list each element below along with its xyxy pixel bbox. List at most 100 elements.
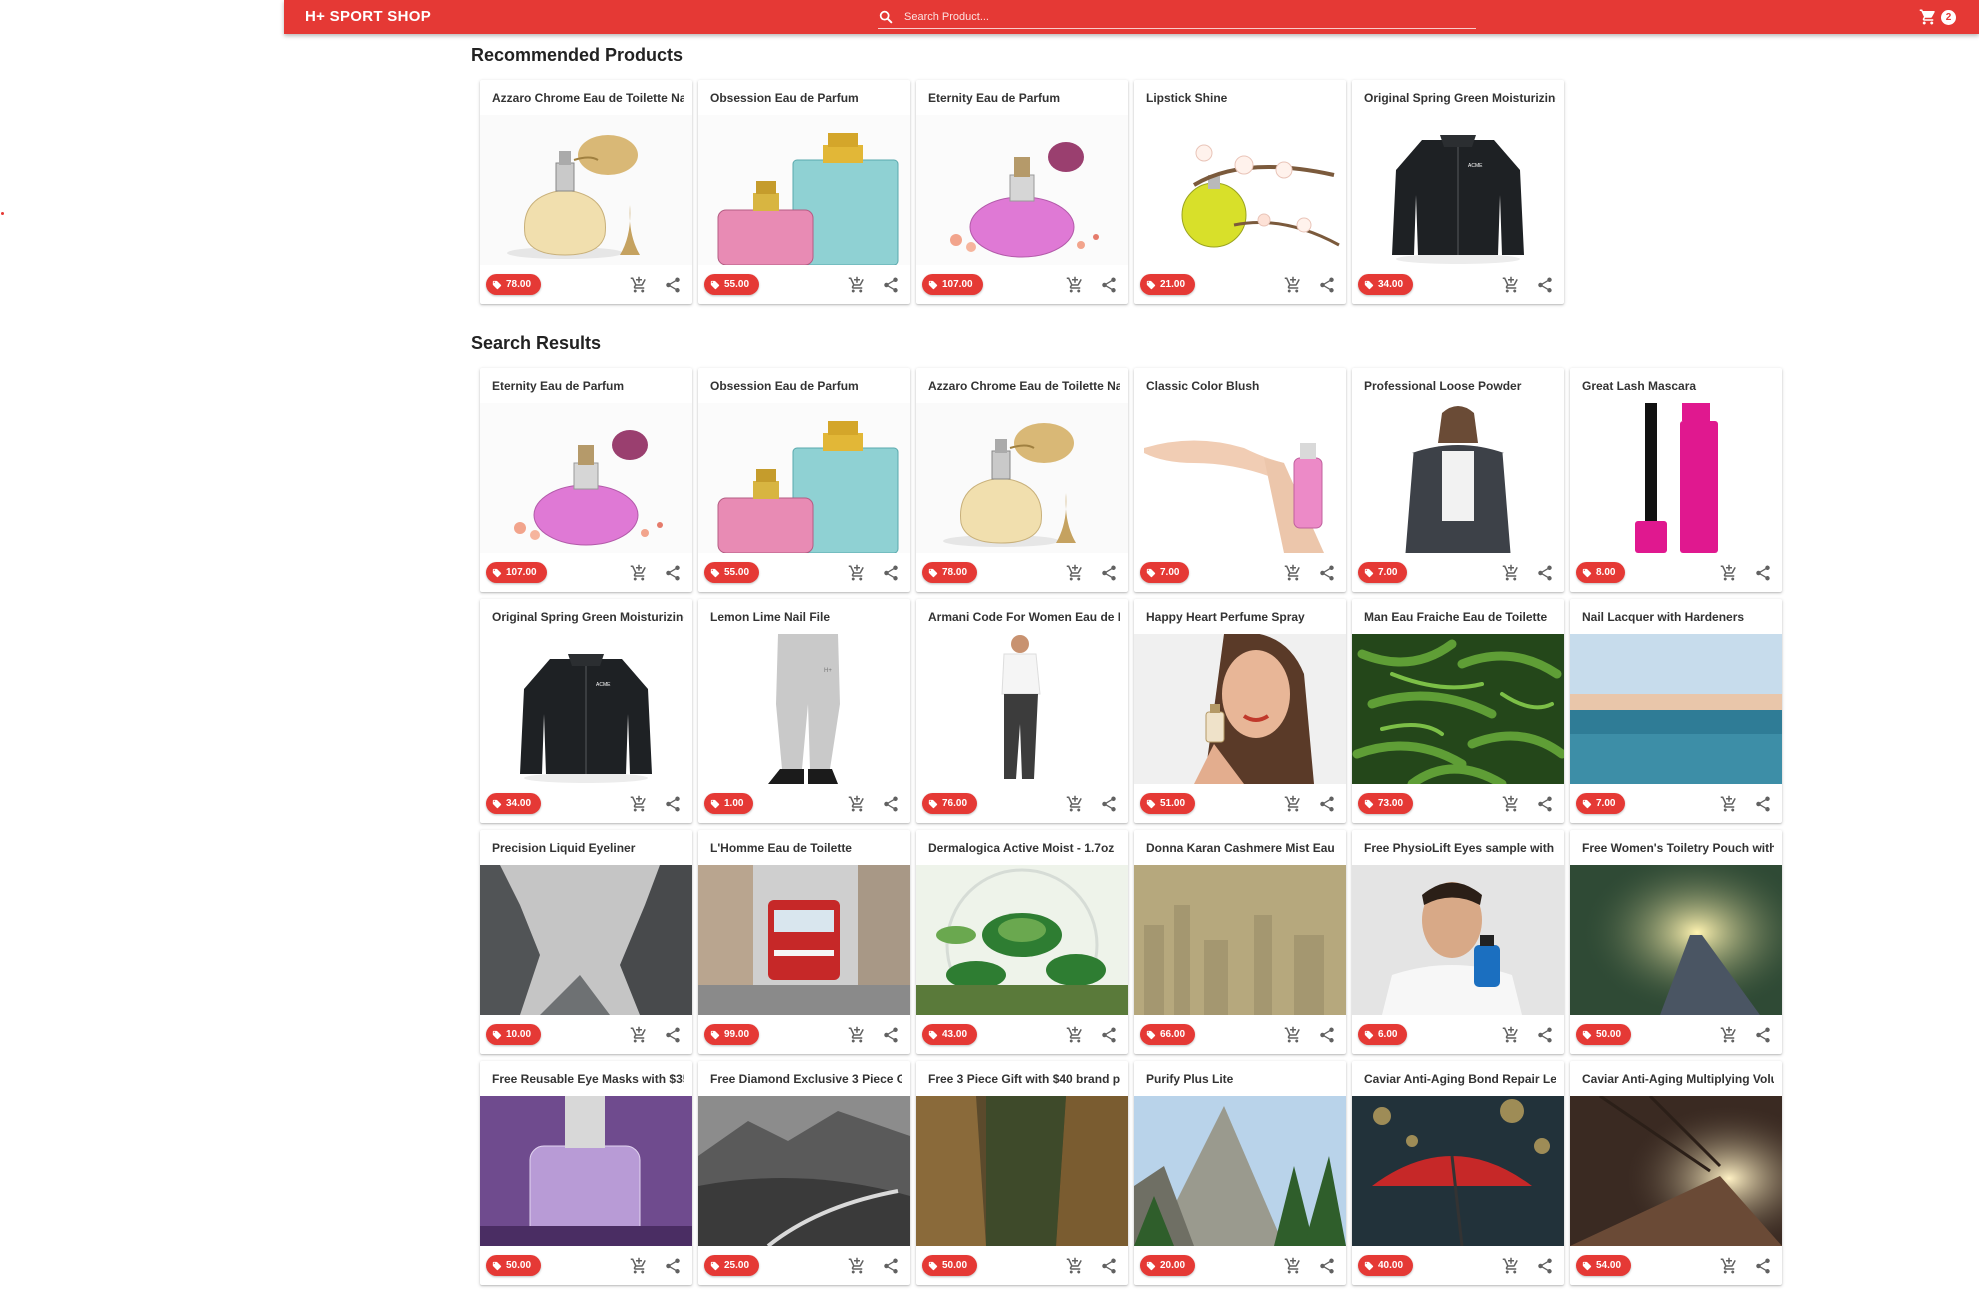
add-to-cart-button[interactable] <box>848 276 866 294</box>
product-card[interactable]: Professional Loose Powder 7.00 <box>1352 368 1564 592</box>
share-button[interactable] <box>1100 276 1118 294</box>
product-name[interactable]: Dermalogica Active Moist - 1.7oz <box>928 841 1120 855</box>
product-card[interactable]: Armani Code For Women Eau de Parfum 76.0… <box>916 599 1128 823</box>
share-button[interactable] <box>1754 1257 1772 1275</box>
product-card[interactable]: Lipstick Shine 21.00 <box>1134 80 1346 304</box>
add-to-cart-button[interactable] <box>1502 276 1520 294</box>
add-to-cart-button[interactable] <box>848 795 866 813</box>
add-to-cart-button[interactable] <box>1502 795 1520 813</box>
product-image[interactable] <box>916 865 1128 1022</box>
product-card[interactable]: Azzaro Chrome Eau de Toilette Natural Sp… <box>480 80 692 304</box>
product-name[interactable]: Original Spring Green Moisturizing <box>492 610 684 624</box>
product-name[interactable]: Azzaro Chrome Eau de Toilette Natural Sp… <box>492 91 684 105</box>
product-image[interactable] <box>1134 115 1346 265</box>
product-card[interactable]: Original Spring Green Moisturizing ACME … <box>1352 80 1564 304</box>
product-card[interactable]: Eternity Eau de Parfum 107.00 <box>480 368 692 592</box>
cart-button[interactable]: 2 <box>1919 6 1963 28</box>
product-card[interactable]: Caviar Anti-Aging Multiplying Volume 54.… <box>1570 1061 1782 1285</box>
product-name[interactable]: Purify Plus Lite <box>1146 1072 1338 1086</box>
add-to-cart-button[interactable] <box>1066 795 1084 813</box>
product-name[interactable]: Armani Code For Women Eau de Parfum <box>928 610 1120 624</box>
add-to-cart-button[interactable] <box>848 1026 866 1044</box>
product-name[interactable]: Great Lash Mascara <box>1582 379 1774 393</box>
product-image[interactable] <box>1352 403 1564 554</box>
add-to-cart-button[interactable] <box>1284 1257 1302 1275</box>
share-button[interactable] <box>1318 276 1336 294</box>
share-button[interactable] <box>1536 1257 1554 1275</box>
brand-logo[interactable]: H+ SPORT SHOP <box>305 0 431 34</box>
share-button[interactable] <box>1318 795 1336 813</box>
product-name[interactable]: Eternity Eau de Parfum <box>492 379 684 393</box>
product-image[interactable] <box>1134 403 1346 553</box>
add-to-cart-button[interactable] <box>1502 1026 1520 1044</box>
product-name[interactable]: Donna Karan Cashmere Mist Eau de Toilett… <box>1146 841 1338 855</box>
product-image[interactable] <box>698 403 910 554</box>
product-image[interactable] <box>916 115 1128 265</box>
product-card[interactable]: Nail Lacquer with Hardeners 7.00 <box>1570 599 1782 823</box>
product-card[interactable]: Eternity Eau de Parfum 107.00 <box>916 80 1128 304</box>
product-name[interactable]: Free PhysioLift Eyes sample with $50 pur… <box>1364 841 1556 855</box>
product-name[interactable]: Classic Color Blush <box>1146 379 1338 393</box>
product-card[interactable]: Man Eau Fraiche Eau de Toilette 73.00 <box>1352 599 1567 823</box>
product-name[interactable]: Professional Loose Powder <box>1364 379 1556 393</box>
product-name[interactable]: Happy Heart Perfume Spray <box>1146 610 1338 624</box>
product-image[interactable] <box>480 865 692 1015</box>
share-button[interactable] <box>664 1026 682 1044</box>
share-button[interactable] <box>882 1257 900 1275</box>
add-to-cart-button[interactable] <box>1502 564 1520 582</box>
add-to-cart-button[interactable] <box>1066 276 1084 294</box>
add-to-cart-button[interactable] <box>1284 1026 1302 1044</box>
product-image[interactable] <box>698 865 910 1015</box>
product-name[interactable]: Lipstick Shine <box>1146 91 1338 105</box>
product-name[interactable]: Free Reusable Eye Masks with $35 purchas… <box>492 1072 684 1086</box>
product-image[interactable] <box>1352 865 1564 1015</box>
share-button[interactable] <box>882 564 900 582</box>
product-image[interactable] <box>698 115 910 266</box>
product-image[interactable] <box>480 115 692 265</box>
add-to-cart-button[interactable] <box>630 276 648 294</box>
add-to-cart-button[interactable] <box>1066 1026 1084 1044</box>
product-name[interactable]: Obsession Eau de Parfum <box>710 91 902 105</box>
product-image[interactable] <box>1352 634 1567 789</box>
add-to-cart-button[interactable] <box>1284 564 1302 582</box>
product-image[interactable] <box>1570 1094 1782 1246</box>
product-card[interactable]: Free 3 Piece Gift with $40 brand purchas… <box>916 1061 1128 1285</box>
product-image[interactable] <box>1134 1096 1346 1246</box>
product-card[interactable]: Free Women's Toiletry Pouch with $50 pur… <box>1570 830 1782 1054</box>
product-card[interactable]: Dermalogica Active Moist - 1.7oz 43.00 <box>916 830 1128 1054</box>
add-to-cart-button[interactable] <box>1284 795 1302 813</box>
product-image[interactable] <box>1134 632 1346 784</box>
product-card[interactable]: Free Reusable Eye Masks with $35 purchas… <box>480 1061 692 1285</box>
share-button[interactable] <box>1754 1026 1772 1044</box>
share-button[interactable] <box>1100 795 1118 813</box>
share-button[interactable] <box>1536 1026 1554 1044</box>
share-button[interactable] <box>1100 1026 1118 1044</box>
product-name[interactable]: Nail Lacquer with Hardeners <box>1582 610 1774 624</box>
product-image[interactable] <box>1134 865 1346 1015</box>
product-image[interactable] <box>916 1096 1128 1246</box>
add-to-cart-button[interactable] <box>630 795 648 813</box>
share-button[interactable] <box>664 795 682 813</box>
product-card[interactable]: Happy Heart Perfume Spray 51.00 <box>1134 599 1346 823</box>
product-image[interactable] <box>1570 634 1782 784</box>
product-card[interactable]: Free PhysioLift Eyes sample with $50 pur… <box>1352 830 1564 1054</box>
product-image[interactable]: ACME <box>1352 115 1564 265</box>
add-to-cart-button[interactable] <box>630 564 648 582</box>
share-button[interactable] <box>1754 795 1772 813</box>
share-button[interactable] <box>1318 1026 1336 1044</box>
share-button[interactable] <box>882 795 900 813</box>
product-card[interactable]: Great Lash Mascara 8.00 <box>1570 368 1782 592</box>
share-button[interactable] <box>1100 564 1118 582</box>
product-image[interactable] <box>698 1096 910 1248</box>
product-image[interactable]: H+ <box>698 634 910 784</box>
product-image[interactable] <box>916 634 1128 784</box>
share-button[interactable] <box>1536 276 1554 294</box>
product-card[interactable]: Donna Karan Cashmere Mist Eau de Toilett… <box>1134 830 1346 1054</box>
product-name[interactable]: L'Homme Eau de Toilette <box>710 841 902 855</box>
product-image[interactable] <box>480 1096 692 1247</box>
product-card[interactable]: Purify Plus Lite 20.00 <box>1134 1061 1346 1285</box>
product-image[interactable] <box>480 403 692 553</box>
share-button[interactable] <box>882 1026 900 1044</box>
product-name[interactable]: Lemon Lime Nail File <box>710 610 902 624</box>
add-to-cart-button[interactable] <box>1066 564 1084 582</box>
